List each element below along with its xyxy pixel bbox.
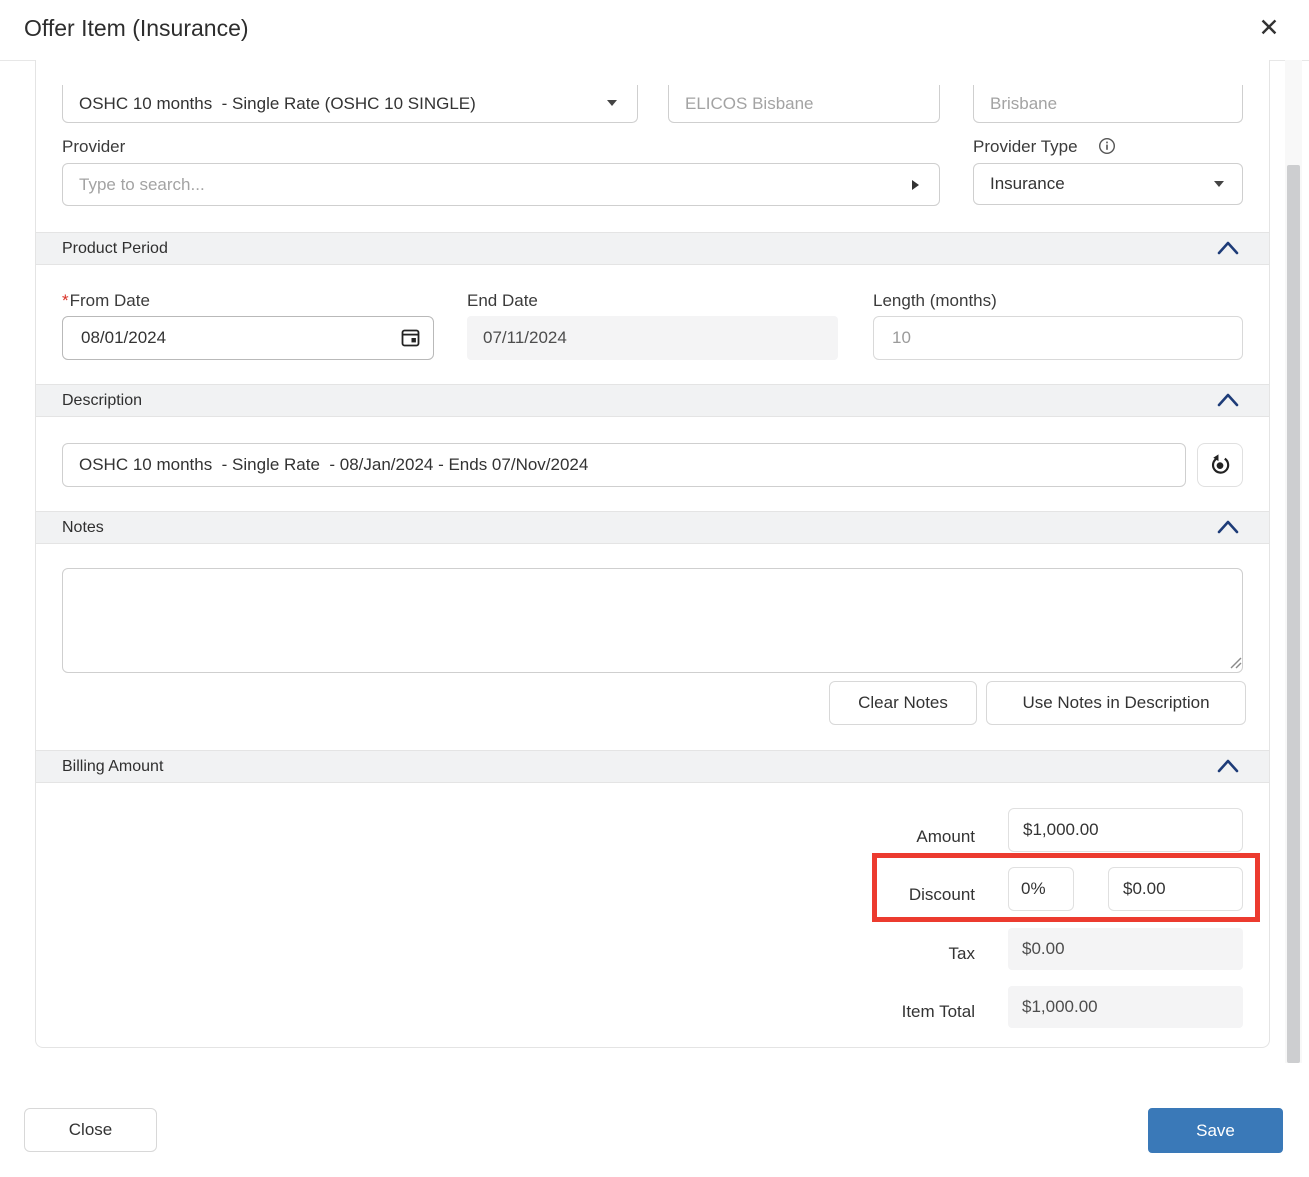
from-date-label: *From Date [62,291,150,311]
item-total-field [1008,986,1243,1028]
product-select[interactable] [62,85,638,123]
campus-field[interactable] [973,85,1243,123]
clear-notes-button[interactable]: Clear Notes [829,681,977,725]
provider-type-select[interactable] [973,163,1243,205]
end-date-field [467,316,838,360]
chevron-down-icon [607,100,617,106]
calendar-icon[interactable] [400,327,421,353]
chevron-down-icon [1214,181,1224,187]
save-button[interactable]: Save [1148,1108,1283,1153]
provider-search-input[interactable] [62,163,940,206]
from-date-input[interactable] [62,316,434,360]
discount-amount-input[interactable] [1108,867,1243,911]
collapse-chevron-up-icon[interactable] [1215,390,1241,412]
resize-handle-icon[interactable] [1228,655,1242,669]
amount-input[interactable] [1008,808,1243,852]
collapse-chevron-up-icon[interactable] [1215,238,1241,260]
section-title: Notes [62,519,104,537]
scrollbar-thumb[interactable] [1287,165,1300,1063]
modal-body-panel [35,60,1270,1048]
regenerate-description-button[interactable] [1197,443,1243,487]
section-billing-amount: Billing Amount [36,750,1269,783]
provider-type-label: Provider Type [973,137,1078,157]
discount-percent-input[interactable] [1008,867,1074,911]
provider-label: Provider [62,137,125,157]
item-total-label: Item Total [855,1002,975,1022]
section-title: Billing Amount [62,758,163,776]
modal-header: Offer Item (Insurance) ✕ [0,0,1309,61]
info-icon [1098,137,1116,160]
length-months-field[interactable] [873,316,1243,360]
collapse-chevron-up-icon[interactable] [1215,517,1241,539]
use-notes-in-description-button[interactable]: Use Notes in Description [986,681,1246,725]
length-label: Length (months) [873,291,997,311]
vertical-scrollbar[interactable] [1285,60,1302,1063]
description-input[interactable] [62,443,1186,487]
amount-label: Amount [855,827,975,847]
course-field[interactable] [668,85,940,123]
notes-textarea[interactable] [62,568,1243,673]
discount-label: Discount [855,885,975,905]
section-notes: Notes [36,511,1269,544]
collapse-chevron-up-icon[interactable] [1215,756,1241,778]
offer-item-modal: Offer Item (Insurance) ✕ Provider Provid… [0,0,1309,1177]
tax-label: Tax [855,944,975,964]
close-button[interactable]: Close [24,1108,157,1152]
tax-field [1008,928,1243,970]
modal-title: Offer Item (Insurance) [24,15,249,42]
section-product-period: Product Period [36,232,1269,265]
section-description: Description [36,384,1269,417]
expand-right-icon[interactable] [912,180,919,190]
required-asterisk: * [62,291,69,310]
close-icon[interactable]: ✕ [1253,12,1285,44]
section-title: Product Period [62,240,168,258]
section-title: Description [62,392,142,410]
end-date-label: End Date [467,291,538,311]
